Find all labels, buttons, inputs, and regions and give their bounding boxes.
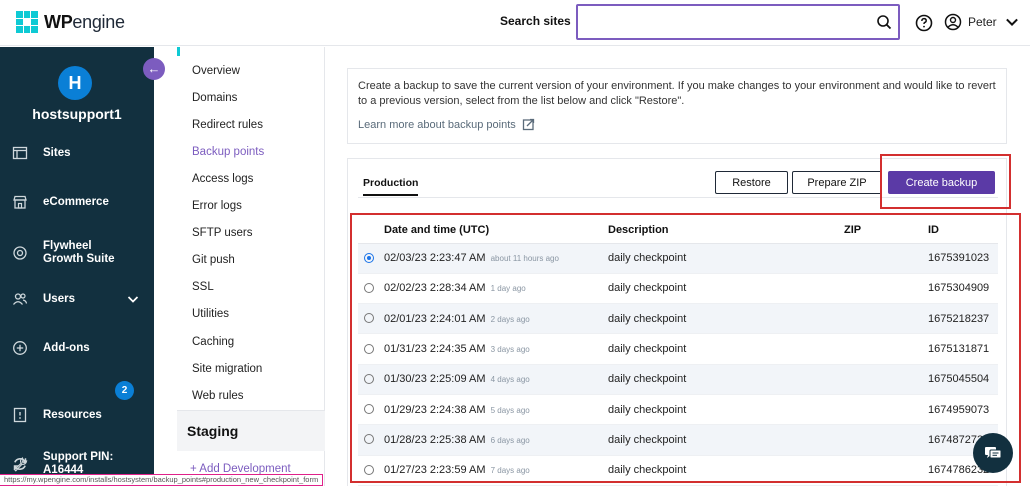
subnav-item-site-migration[interactable]: Site migration — [192, 363, 262, 375]
sidebar-item-users[interactable]: Users — [0, 283, 154, 315]
sites-icon — [12, 146, 28, 160]
prepare-zip-button[interactable]: Prepare ZIP — [792, 171, 882, 194]
subnav-item-git-push[interactable]: Git push — [192, 254, 235, 266]
sidebar-item-label: eCommerce — [43, 195, 109, 208]
learn-more-link[interactable]: Learn more about backup points — [358, 118, 996, 131]
sidebar-item-addons[interactable]: Add-ons — [0, 332, 154, 364]
backup-info-text: Create a backup to save the current vers… — [358, 80, 996, 107]
chevron-down-icon[interactable] — [126, 292, 140, 306]
top-bar: WPengine Search sites Peter — [0, 0, 1030, 46]
subnav-item-backup-points[interactable]: Backup points — [192, 146, 264, 158]
sidebar-item-label: Users — [43, 292, 75, 305]
user-menu[interactable]: Peter — [944, 13, 1021, 31]
learn-more-label: Learn more about backup points — [358, 118, 516, 131]
help-icon[interactable] — [914, 13, 934, 33]
search-icon[interactable] — [876, 14, 892, 30]
sidebar-item-label: Flywheel Growth Suite — [43, 240, 115, 265]
logo-engine: engine — [72, 11, 125, 32]
nav-accent — [177, 47, 180, 56]
store-icon — [13, 195, 27, 209]
subnav-item-ssl[interactable]: SSL — [192, 281, 214, 293]
chevron-down-icon — [1005, 18, 1018, 27]
backup-info-card: Create a backup to save the current vers… — [347, 68, 1007, 144]
sidebar-item-label: Resources — [43, 408, 102, 421]
subnav-item-overview[interactable]: Overview — [192, 65, 240, 77]
refresh-icon[interactable] — [12, 456, 28, 472]
user-avatar-icon — [944, 13, 962, 31]
tab-production[interactable]: Production — [363, 177, 419, 196]
user-name: Peter — [968, 15, 997, 29]
subnav-item-caching[interactable]: Caching — [192, 336, 234, 348]
chat-icon — [985, 447, 1002, 459]
account-avatar: H — [58, 66, 92, 100]
search-sites-label: Search sites — [500, 14, 571, 28]
wpengine-logo[interactable]: WPengine — [16, 11, 125, 33]
main-sidebar: H hostsupport1 Sites eCommerce Flywheel … — [0, 47, 154, 486]
subnav-item-web-rules[interactable]: Web rules — [192, 390, 244, 402]
environment-nav: Overview Domains Redirect rules Backup p… — [177, 47, 325, 486]
subnav-item-domains[interactable]: Domains — [192, 92, 237, 104]
resources-icon — [13, 407, 27, 423]
subnav-item-error-logs[interactable]: Error logs — [192, 200, 242, 212]
external-link-icon — [522, 118, 534, 131]
staging-heading: Staging — [177, 411, 325, 451]
sidebar-item-resources[interactable]: Resources — [0, 399, 154, 431]
sidebar-item-label: Sites — [43, 146, 71, 159]
search-sites-input[interactable] — [576, 4, 900, 40]
wpengine-logo-icon — [16, 11, 38, 33]
add-circle-icon — [13, 341, 27, 355]
restore-button[interactable]: Restore — [715, 171, 788, 194]
status-bar-url: https://my.wpengine.com/installs/hostsys… — [0, 474, 324, 486]
sidebar-item-label: Add-ons — [43, 341, 90, 354]
collapse-sidebar-button[interactable]: ← — [143, 58, 165, 80]
sidebar-item-sites[interactable]: Sites — [0, 137, 154, 169]
highlight-create-backup — [880, 154, 1011, 209]
logo-wp: WP — [44, 11, 73, 32]
arrow-left-icon: ← — [147, 61, 161, 76]
flywheel-icon — [13, 246, 27, 260]
sidebar-item-flywheel[interactable]: Flywheel Growth Suite — [0, 234, 154, 272]
chat-button[interactable] — [973, 433, 1013, 473]
subnav-item-redirect-rules[interactable]: Redirect rules — [192, 119, 263, 131]
subnav-item-utilities[interactable]: Utilities — [192, 308, 229, 320]
resources-badge: 2 — [115, 381, 134, 400]
highlight-backup-table — [350, 213, 1021, 483]
subnav-item-access-logs[interactable]: Access logs — [192, 173, 253, 185]
account-name[interactable]: hostsupport1 — [0, 106, 154, 122]
sidebar-item-ecommerce[interactable]: eCommerce — [0, 186, 154, 218]
subnav-item-sftp-users[interactable]: SFTP users — [192, 227, 253, 239]
users-icon — [12, 293, 28, 305]
